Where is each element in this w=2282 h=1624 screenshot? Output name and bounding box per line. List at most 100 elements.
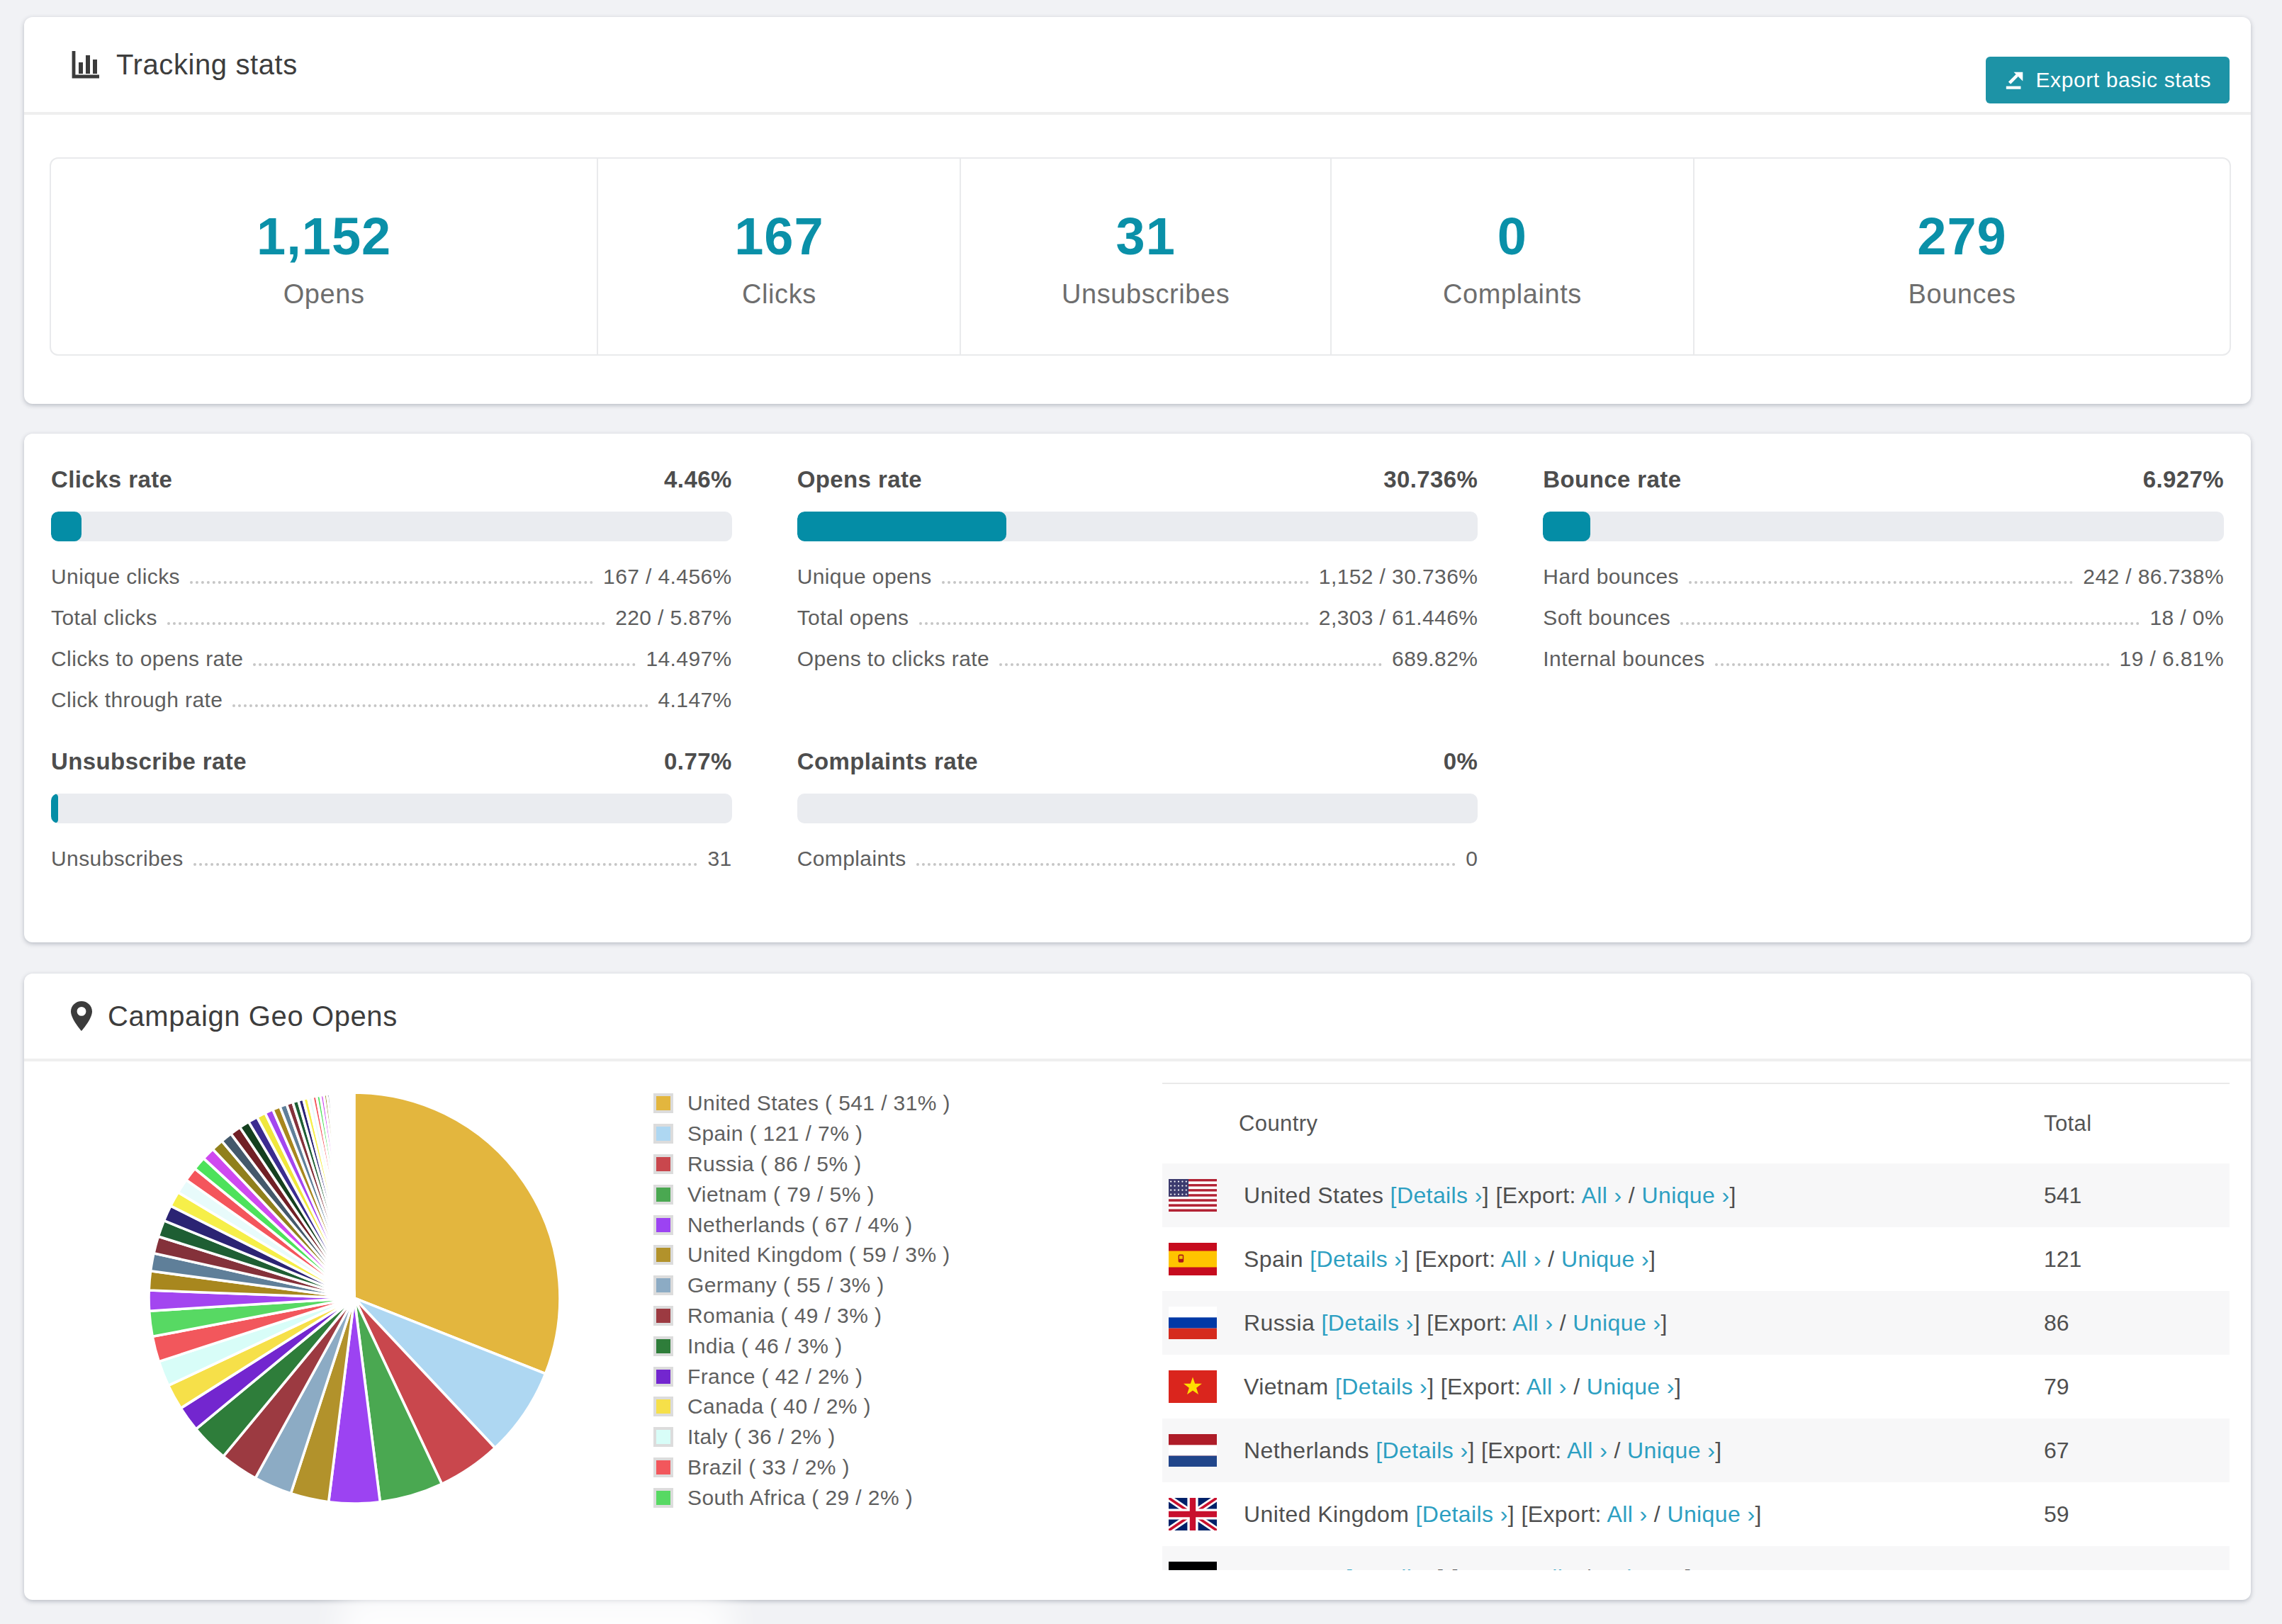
rate-title: Opens rate (797, 466, 922, 493)
export-basic-stats-button[interactable]: Export basic stats (1986, 57, 2230, 103)
legend-item: Spain ( 121 / 7% ) (653, 1119, 950, 1149)
legend-item: Netherlands ( 67 / 4% ) (653, 1209, 950, 1240)
export-unique-link[interactable]: Unique › (1561, 1246, 1649, 1272)
rate-section: Opens rate30.736% Unique opens1,152 / 30… (797, 466, 1478, 714)
flag-icon-es (1169, 1243, 1217, 1275)
export-all-link[interactable]: All › (1501, 1246, 1541, 1272)
geo-table-row: United Kingdom [Details ›] [Export: All … (1162, 1482, 2230, 1546)
export-unique-link[interactable]: Unique › (1587, 1374, 1675, 1399)
export-all-link[interactable]: All › (1581, 1183, 1621, 1208)
total-cell: 67 (2044, 1438, 2230, 1464)
stat-value: 279 (1917, 206, 2006, 266)
stat-value: 31 (1116, 206, 1176, 266)
export-unique-link[interactable]: Unique › (1573, 1310, 1660, 1336)
total-cell: 59 (2044, 1501, 2230, 1528)
rate-title: Clicks rate (51, 466, 172, 493)
legend-item: United Kingdom ( 59 / 3% ) (653, 1240, 950, 1270)
page: Tracking stats Export basic stats 1,152 … (0, 0, 2282, 1600)
legend-item: France ( 42 / 2% ) (653, 1361, 950, 1392)
export-all-link[interactable]: All › (1512, 1310, 1553, 1336)
export-all-link[interactable]: All › (1607, 1501, 1647, 1527)
progress-bar (797, 512, 1478, 541)
flag-icon-ru (1169, 1307, 1217, 1339)
country-cell: Spain [Details ›] [Export: All › / Uniqu… (1217, 1246, 1656, 1273)
stat-label: Bounces (1908, 279, 2016, 310)
details-link[interactable]: [Details › (1416, 1501, 1508, 1527)
rate-value: 6.927% (2143, 466, 2224, 493)
export-icon (2004, 69, 2025, 91)
export-all-link[interactable]: All › (1527, 1374, 1567, 1399)
rate-value: 0.77% (664, 748, 732, 775)
legend-swatch (653, 1215, 673, 1235)
rate-section: Unsubscribe rate0.77% Unsubscribes31 (51, 748, 732, 873)
export-all-link[interactable]: All › (1537, 1565, 1578, 1571)
legend-swatch (653, 1245, 673, 1265)
flag-icon-de (1169, 1562, 1217, 1570)
stat-label: Clicks (742, 279, 816, 310)
legend-swatch (653, 1185, 673, 1205)
export-unique-link[interactable]: Unique › (1641, 1183, 1729, 1208)
rates-grid: Clicks rate4.46% Unique clicks167 / 4.45… (51, 466, 2224, 873)
bar-chart-icon (71, 50, 101, 79)
details-link[interactable]: [Details › (1322, 1310, 1414, 1336)
legend-swatch (653, 1488, 673, 1508)
stat-box-unsubscribes: 31 Unsubscribes (960, 159, 1330, 354)
legend-swatch (653, 1306, 673, 1326)
total-column-header: Total (2044, 1111, 2230, 1137)
progress-bar (1543, 512, 2224, 541)
details-link[interactable]: [Details › (1335, 1374, 1427, 1399)
legend-item: Romania ( 49 / 3% ) (653, 1301, 950, 1331)
stat-box-bounces: 279 Bounces (1693, 159, 2230, 354)
stat-box-opens: 1,152 Opens (51, 159, 597, 354)
legend-item: United States ( 541 / 31% ) (653, 1088, 950, 1119)
details-link[interactable]: [Details › (1310, 1246, 1402, 1272)
rate-title: Unsubscribe rate (51, 748, 247, 775)
legend-swatch (653, 1154, 673, 1174)
rate-value: 0% (1444, 748, 1478, 775)
stat-value: 167 (734, 206, 824, 266)
legend-item: Vietnam ( 79 / 5% ) (653, 1179, 950, 1209)
country-cell: Germany [Details ›] [Export: All › / Uni… (1217, 1565, 1692, 1571)
country-cell: Vietnam [Details ›] [Export: All › / Uni… (1217, 1374, 1681, 1400)
geo-table-row: Russia [Details ›] [Export: All › / Uniq… (1162, 1291, 2230, 1355)
legend-item: Canada ( 40 / 2% ) (653, 1392, 950, 1422)
flag-icon-us (1169, 1179, 1217, 1212)
total-cell: 86 (2044, 1310, 2230, 1336)
map-pin-icon (71, 1001, 92, 1031)
export-unique-link[interactable]: Unique › (1597, 1565, 1685, 1571)
legend-swatch (653, 1275, 673, 1295)
details-link[interactable]: [Details › (1390, 1183, 1483, 1208)
legend-item: Russia ( 86 / 5% ) (653, 1149, 950, 1180)
legend-item: Germany ( 55 / 3% ) (653, 1270, 950, 1301)
stat-value: 0 (1497, 206, 1527, 266)
rate-section: Bounce rate 6.927% Hard bounces242 / 86.7… (1543, 466, 2224, 714)
stat-label: Opens (283, 279, 365, 310)
geo-pie-chart (147, 1091, 561, 1505)
legend-swatch (653, 1124, 673, 1144)
rate-row: Unique opens1,152 / 30.736% (797, 550, 1478, 591)
bottom-glow (340, 1593, 731, 1624)
flag-icon-vn (1169, 1370, 1217, 1403)
details-link[interactable]: [Details › (1346, 1565, 1438, 1571)
legend-swatch (653, 1427, 673, 1447)
rate-section: Complaints rate0% Complaints0 (797, 748, 1478, 873)
geo-content: United States ( 541 / 31% )Spain ( 121 /… (24, 1061, 2251, 1597)
geo-table-row: Vietnam [Details ›] [Export: All › / Uni… (1162, 1355, 2230, 1419)
legend-swatch (653, 1336, 673, 1356)
country-column-header: Country (1162, 1111, 1317, 1137)
flag-icon-nl (1169, 1434, 1217, 1467)
geo-table-header: Country Total (1162, 1084, 2230, 1163)
rate-title: Bounce rate (1543, 466, 1681, 493)
export-unique-link[interactable]: Unique › (1627, 1438, 1715, 1463)
rate-title: Complaints rate (797, 748, 978, 775)
export-unique-link[interactable]: Unique › (1667, 1501, 1755, 1527)
details-link[interactable]: [Details › (1376, 1438, 1468, 1463)
rate-row: Total opens2,303 / 61.446% (797, 591, 1478, 632)
rate-row: Click through rate4.147% (51, 673, 732, 714)
country-cell: United States [Details ›] [Export: All ›… (1217, 1183, 1736, 1209)
legend-item: India ( 46 / 3% ) (653, 1331, 950, 1361)
export-all-link[interactable]: All › (1567, 1438, 1607, 1463)
rate-row: Hard bounces242 / 86.738% (1543, 550, 2224, 591)
rate-row: Unique clicks167 / 4.456% (51, 550, 732, 591)
total-cell: 55 (2044, 1565, 2230, 1571)
